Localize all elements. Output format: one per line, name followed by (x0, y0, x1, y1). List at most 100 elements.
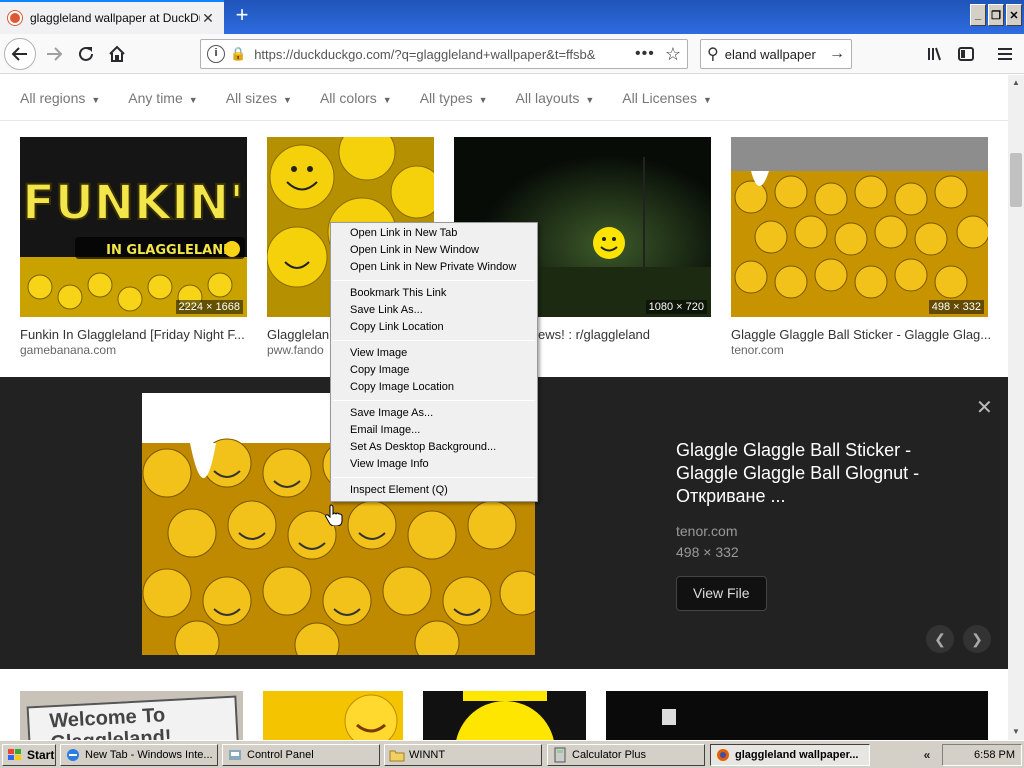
detail-title[interactable]: Glaggle Glaggle Ball Sticker - Glaggle G… (676, 439, 966, 508)
menu-separator (333, 400, 535, 401)
previous-image-icon[interactable]: ❮ (926, 625, 954, 653)
vertical-scrollbar[interactable]: ▲ ▼ (1008, 75, 1024, 740)
detail-dimensions: 498 × 332 (676, 544, 739, 560)
image-dimensions: 1080 × 720 (645, 300, 707, 314)
home-button[interactable] (101, 38, 133, 70)
reload-button[interactable] (70, 38, 102, 70)
menu-copy-link[interactable]: Copy Link Location (331, 319, 537, 336)
taskbar-item-control-panel[interactable]: Control Panel (222, 744, 380, 766)
bookmark-star-icon[interactable]: ☆ (665, 44, 681, 65)
tab-active[interactable]: glaggleland wallpaper at DuckDuckGo ✕ (0, 0, 224, 34)
hand-cursor-icon (325, 504, 343, 526)
taskbar: Start New Tab - Windows Inte... Control … (0, 740, 1024, 768)
taskbar-item-firefox[interactable]: glaggleland wallpaper... (710, 744, 870, 766)
menu-set-desktop-background[interactable]: Set As Desktop Background... (331, 439, 537, 456)
scroll-down-icon[interactable]: ▼ (1008, 724, 1024, 740)
url-text[interactable]: https://duckduckgo.com/?q=glaggleland+wa… (254, 47, 625, 62)
filter-bar: All regions ▼ Any time ▼ All sizes ▼ All co… (0, 75, 1008, 121)
menu-separator (333, 280, 535, 281)
back-button[interactable] (4, 38, 36, 70)
menu-bookmark-link[interactable]: Bookmark This Link (331, 285, 537, 302)
result-title[interactable]: Glagglelan (267, 327, 329, 342)
menu-save-link[interactable]: Save Link As... (331, 302, 537, 319)
taskbar-item-winnt[interactable]: WINNT (384, 744, 542, 766)
scrollbar-thumb[interactable] (1010, 153, 1022, 207)
svg-text:FUNKIN': FUNKIN' (22, 175, 244, 231)
menu-separator (333, 477, 535, 478)
chevron-down-icon: ▼ (585, 94, 595, 105)
menu-email-image[interactable]: Email Image... (331, 422, 537, 439)
filter-region[interactable]: All regions ▼ (20, 90, 100, 106)
menu-open-new-tab[interactable]: Open Link in New Tab (331, 225, 537, 242)
menu-view-image-info[interactable]: View Image Info (331, 456, 537, 473)
clock[interactable]: 6:58 PM (974, 749, 1015, 761)
folder-icon (389, 750, 405, 762)
lock-icon[interactable]: 🔒 (230, 46, 246, 62)
result-title[interactable]: ews! : r/glaggleland (538, 327, 650, 342)
firefox-icon (717, 749, 729, 761)
result-source[interactable]: gamebanana.com (20, 343, 116, 357)
taskbar-item-ie[interactable]: New Tab - Windows Inte... (60, 744, 218, 766)
menu-copy-image-location[interactable]: Copy Image Location (331, 379, 537, 396)
library-icon[interactable] (920, 38, 950, 70)
url-bar[interactable]: i 🔒 https://duckduckgo.com/?q=glagglelan… (200, 39, 688, 69)
detail-source[interactable]: tenor.com (676, 523, 737, 539)
search-input[interactable]: eland wallpaper (725, 47, 829, 62)
result-thumbnail[interactable]: Welcome To Glaggleland! (20, 691, 243, 740)
result-source[interactable]: tenor.com (731, 343, 784, 357)
filter-size[interactable]: All sizes ▼ (226, 90, 292, 106)
result-thumbnail[interactable] (263, 691, 403, 740)
chevron-down-icon: ▼ (382, 94, 392, 105)
menu-save-image[interactable]: Save Image As... (331, 405, 537, 422)
funkin-thumbnail-image: FUNKIN' IN GLAGGLELAND (20, 137, 247, 317)
home-icon (109, 45, 125, 62)
menu-view-image[interactable]: View Image (331, 345, 537, 362)
search-go-icon[interactable]: → (829, 45, 845, 63)
page-actions-icon[interactable]: ••• (635, 45, 655, 63)
forward-button[interactable] (38, 38, 70, 70)
filter-license[interactable]: All Licenses ▼ (622, 90, 712, 106)
filter-layout[interactable]: All layouts ▼ (516, 90, 595, 106)
calculator-icon (554, 747, 566, 763)
result-title[interactable]: Glaggle Glaggle Ball Sticker - Glaggle G… (731, 327, 991, 342)
result-source[interactable]: pww.fando (267, 343, 324, 357)
big-smiley-thumbnail-image (456, 691, 554, 740)
taskbar-item-calculator[interactable]: Calculator Plus (547, 744, 705, 766)
sidebar-icon[interactable] (951, 38, 981, 70)
search-bar[interactable]: ⚲ eland wallpaper → (700, 39, 852, 69)
result-thumbnail[interactable] (606, 691, 988, 740)
menu-open-new-window[interactable]: Open Link in New Window (331, 242, 537, 259)
svg-text:IN GLAGGLELAND: IN GLAGGLELAND (106, 243, 234, 258)
close-detail-icon[interactable]: ✕ (976, 395, 993, 420)
restore-button[interactable]: ❐ (988, 4, 1004, 26)
tab-title: glaggleland wallpaper at DuckDuckGo (30, 11, 200, 25)
navigation-toolbar: i 🔒 https://duckduckgo.com/?q=glagglelan… (0, 34, 1024, 74)
image-dimensions: 498 × 332 (928, 300, 984, 314)
view-file-button[interactable]: View File (676, 576, 767, 611)
filter-color[interactable]: All colors ▼ (320, 90, 392, 106)
menu-inspect-element[interactable]: Inspect Element (Q) (331, 482, 537, 499)
next-image-icon[interactable]: ❯ (963, 625, 991, 653)
minimize-button[interactable]: _ (970, 4, 986, 26)
filter-time[interactable]: Any time ▼ (128, 90, 197, 106)
menu-open-private-window[interactable]: Open Link in New Private Window (331, 259, 537, 276)
result-thumbnail[interactable] (423, 691, 586, 740)
menu-separator (333, 340, 535, 341)
tab-close-icon[interactable]: ✕ (200, 10, 216, 27)
close-window-button[interactable]: ✕ (1006, 4, 1022, 26)
site-info-icon[interactable]: i (207, 45, 225, 63)
menu-copy-image[interactable]: Copy Image (331, 362, 537, 379)
result-thumbnail[interactable]: 498 × 332 (731, 137, 988, 317)
start-button[interactable]: Start (2, 744, 56, 766)
result-thumbnail[interactable]: FUNKIN' IN GLAGGLELAND 2224 × 1668 (20, 137, 247, 317)
tray-expand-icon[interactable]: « (916, 744, 938, 766)
scroll-up-icon[interactable]: ▲ (1008, 75, 1024, 91)
chevron-down-icon: ▼ (478, 94, 488, 105)
new-tab-button[interactable]: + (230, 4, 254, 28)
menu-hamburger-icon[interactable] (990, 38, 1020, 70)
welcome-sign-text: Welcome To Glaggleland! (26, 695, 240, 740)
reload-icon (79, 46, 93, 61)
forward-arrow-icon (47, 47, 63, 61)
result-title[interactable]: Funkin In Glaggleland [Friday Night F... (20, 327, 245, 342)
filter-type[interactable]: All types ▼ (420, 90, 488, 106)
